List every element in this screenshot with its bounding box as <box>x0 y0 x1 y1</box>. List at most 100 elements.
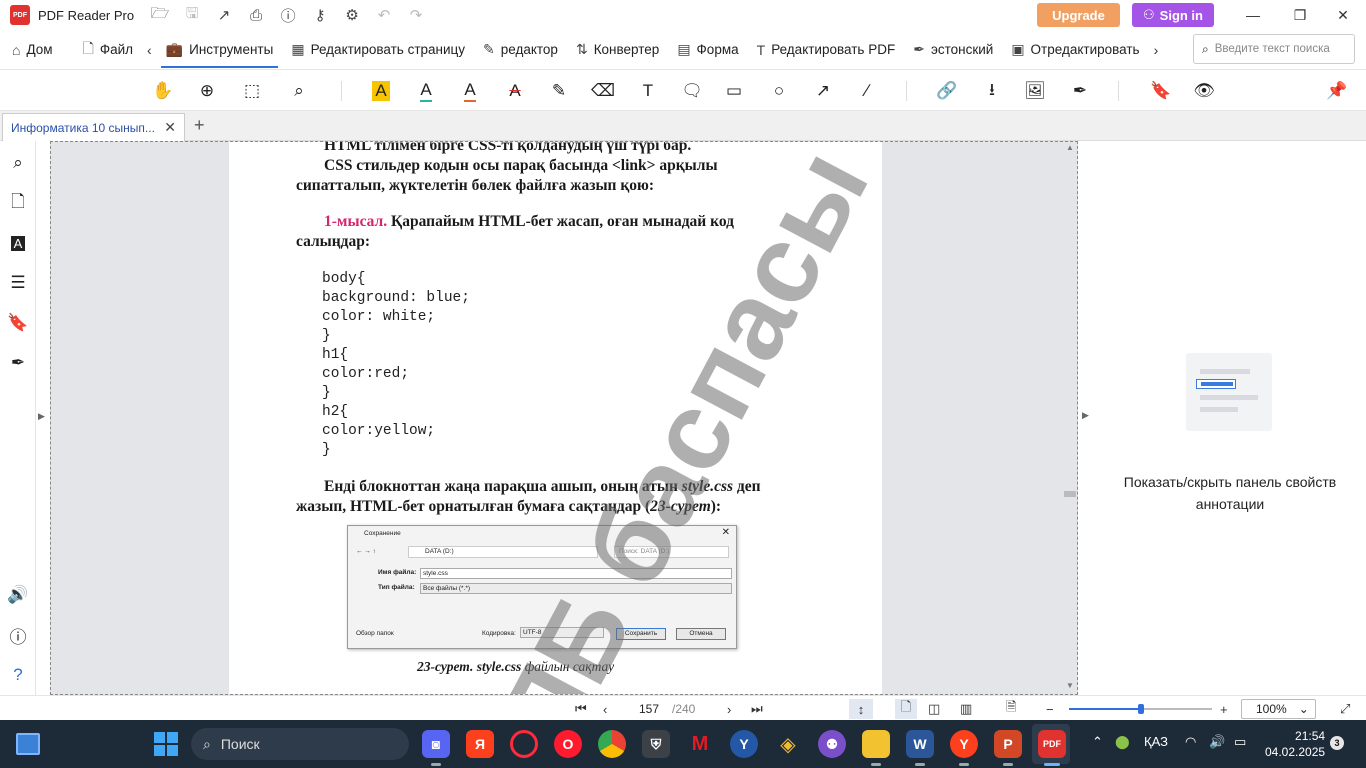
wifi-icon[interactable]: ◠ <box>1185 734 1196 750</box>
arrow-icon[interactable]: ↗ <box>811 79 835 103</box>
scroll-up-icon[interactable]: ▲ <box>1066 143 1074 152</box>
volume-icon[interactable]: 🔊 <box>1209 734 1225 750</box>
discord-app-icon[interactable]: ◙ <box>422 730 450 766</box>
menu-form[interactable]: ▤ Форма <box>668 30 747 70</box>
menu-scroll-right-icon[interactable]: › <box>1149 42 1164 58</box>
file-explorer-icon[interactable] <box>862 730 890 766</box>
annotations-panel-icon[interactable]: A <box>6 231 30 255</box>
zoom-area-icon[interactable]: ⌕ <box>287 79 311 103</box>
redo-icon[interactable]: ↷ <box>404 3 428 27</box>
menu-sign[interactable]: ✒ эстонский <box>904 30 1002 70</box>
eye-icon[interactable]: 👁 <box>1192 79 1216 103</box>
menu-edit-pdf[interactable]: T Редактировать PDF <box>748 30 905 70</box>
opera-app-icon[interactable]: O <box>554 730 582 758</box>
rectangle-icon[interactable]: ▭ <box>722 79 746 103</box>
m-app-icon[interactable]: M <box>686 730 714 758</box>
signatures-panel-icon[interactable]: ✒ <box>6 351 30 375</box>
search-panel-icon[interactable]: ⌕ <box>6 151 30 175</box>
zoom-out-icon[interactable]: − <box>1046 699 1054 719</box>
help-icon[interactable]: ⓘ <box>276 3 300 27</box>
minimize-button[interactable]: — <box>1230 0 1276 30</box>
read-aloud-icon[interactable]: 🔊 <box>6 583 30 607</box>
single-page-icon[interactable]: 🗋 <box>895 699 917 719</box>
search-box[interactable]: ⌕ <box>1193 34 1355 64</box>
strikeout-icon[interactable]: A <box>503 79 527 103</box>
close-tab-icon[interactable]: ✕ <box>164 119 176 136</box>
binance-app-icon[interactable]: ◈ <box>774 730 802 758</box>
last-page-icon[interactable]: ⏭ <box>751 699 763 719</box>
fit-page-icon[interactable]: 🗎 <box>1006 699 1016 719</box>
pdf-reader-app-icon[interactable]: PDF <box>1038 730 1066 766</box>
thumbnails-icon[interactable]: 🗋 <box>6 191 30 215</box>
bookmark-icon[interactable]: 🔖 <box>1149 79 1173 103</box>
undo-icon[interactable]: ↶ <box>372 3 396 27</box>
battery-icon[interactable]: ▭ <box>1234 734 1246 750</box>
yandex-app-icon[interactable]: Я <box>466 730 494 758</box>
tanks-app-icon[interactable]: ⛨ <box>642 730 670 758</box>
hand-tool-icon[interactable]: ✋ <box>151 79 175 103</box>
menu-tools[interactable]: 💼 Инструменты <box>157 30 283 70</box>
stamp-icon[interactable]: ⭳ <box>980 79 1004 103</box>
tray-app-icon[interactable]: ⬤ <box>1115 734 1130 750</box>
settings-icon[interactable]: ⚙ <box>340 3 364 27</box>
help-circle-icon[interactable]: ? <box>6 663 30 687</box>
tray-expand-icon[interactable]: ⌃ <box>1092 734 1103 750</box>
continuous-scroll-icon[interactable]: ↕ <box>849 699 873 719</box>
upgrade-button[interactable]: Upgrade <box>1037 3 1120 27</box>
area-select-icon[interactable]: ⬚ <box>240 79 264 103</box>
menu-redact[interactable]: ▣ Отредактировать <box>1002 30 1148 70</box>
highlight-icon[interactable]: A <box>369 79 393 103</box>
circle-icon[interactable]: ○ <box>767 79 791 103</box>
eraser-icon[interactable]: ⌫ <box>591 79 615 103</box>
menu-home[interactable]: ⌂ Дом <box>0 30 62 70</box>
menu-editor[interactable]: ✎ редактор <box>474 30 567 70</box>
open-folder-icon[interactable]: 🗁 <box>148 3 172 27</box>
document-viewport[interactable]: HTML тілімен бірге CSS-ті қолданудың үш … <box>50 141 1078 695</box>
image-icon[interactable]: 🖼 <box>1023 79 1047 103</box>
freehand-icon[interactable]: ✎ <box>547 79 571 103</box>
info-icon[interactable]: ⓘ <box>6 623 30 647</box>
print-icon[interactable]: ⎙ <box>244 3 268 27</box>
save-icon[interactable]: 🖫 <box>180 3 204 27</box>
menu-edit-page[interactable]: ▦ Редактировать страницу <box>282 30 474 70</box>
search-input[interactable] <box>1214 43 1340 55</box>
bookmarks-panel-icon[interactable]: 🔖 <box>6 311 30 335</box>
right-panel-toggle-icon[interactable]: ▶ <box>1082 410 1089 421</box>
book-mode-icon[interactable]: ▥ <box>960 699 972 719</box>
scroll-down-icon[interactable]: ▼ <box>1066 681 1074 690</box>
next-page-icon[interactable]: › <box>727 699 731 719</box>
taskbar-search[interactable]: ⌕ Поиск <box>191 728 409 760</box>
two-page-icon[interactable]: ◫ <box>928 699 940 719</box>
first-page-icon[interactable]: ⏮ <box>575 699 587 719</box>
left-panel-toggle-icon[interactable]: ▶ <box>38 411 45 422</box>
share-icon[interactable]: ↗ <box>212 3 236 27</box>
line-icon[interactable]: ∕ <box>855 79 879 103</box>
signin-button[interactable]: ⚇ Sign in <box>1132 3 1214 27</box>
prev-page-icon[interactable]: ‹ <box>603 699 607 719</box>
link-icon[interactable]: 🔗 <box>935 79 959 103</box>
notification-badge[interactable]: 3 <box>1330 736 1344 750</box>
chrome-app-icon[interactable] <box>598 730 626 758</box>
scrollbar-thumb[interactable] <box>1064 491 1076 497</box>
game-app-icon[interactable]: ⚉ <box>818 730 846 758</box>
menu-scroll-left-icon[interactable]: ‹ <box>142 42 157 58</box>
menu-converter[interactable]: ⇅ Конвертер <box>567 30 668 70</box>
signature-icon[interactable]: ✒ <box>1068 79 1092 103</box>
document-tab[interactable]: Информатика 10 сынып... ✕ <box>2 113 185 141</box>
zoom-slider-thumb[interactable] <box>1137 704 1144 714</box>
zoom-in-icon[interactable]: + <box>1220 699 1228 719</box>
squiggly-icon[interactable]: A <box>458 79 482 103</box>
menu-file[interactable]: 🗋 Файл <box>74 30 142 70</box>
widgets-icon[interactable] <box>16 733 40 755</box>
maximize-button[interactable]: ❐ <box>1277 0 1323 30</box>
outline-icon[interactable]: ☰ <box>6 271 30 295</box>
close-window-button[interactable]: ✕ <box>1320 0 1366 30</box>
current-page-input[interactable]: 157 <box>629 699 669 719</box>
select-text-icon[interactable]: ⊕ <box>195 79 219 103</box>
key-icon[interactable]: ⚷ <box>308 3 332 27</box>
powerpoint-app-icon[interactable]: P <box>994 730 1022 766</box>
vertical-scrollbar[interactable]: ▲ ▼ <box>1062 141 1078 695</box>
yandex-browser-icon[interactable]: Y <box>950 730 978 766</box>
start-button[interactable] <box>154 732 178 756</box>
clock[interactable]: 21:54 04.02.2025 <box>1265 728 1325 760</box>
